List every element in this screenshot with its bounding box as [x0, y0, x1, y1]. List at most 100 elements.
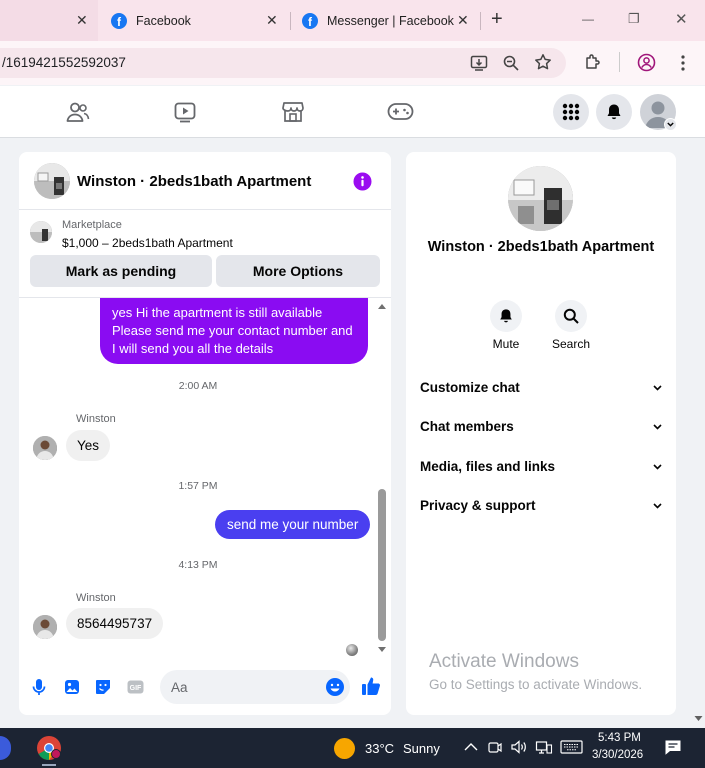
- marketplace-label: Marketplace: [62, 219, 122, 231]
- conversation-avatar[interactable]: [34, 163, 70, 199]
- message-incoming[interactable]: Yes: [66, 430, 111, 461]
- message-incoming[interactable]: 8564495737: [66, 608, 164, 639]
- search-in-conversation-button[interactable]: [555, 300, 587, 332]
- mute-button[interactable]: [490, 300, 522, 332]
- tab-facebook[interactable]: f Facebook: [111, 0, 191, 41]
- contact-name: Winston · 2beds1bath Apartment: [427, 239, 655, 255]
- restore-button[interactable]: ❐: [628, 11, 640, 27]
- active-app-indicator: [42, 764, 56, 766]
- emoji-icon[interactable]: [325, 677, 345, 697]
- camera-icon[interactable]: [488, 739, 502, 755]
- mark-as-pending-button[interactable]: Mark as pending: [30, 255, 212, 287]
- tab-messenger[interactable]: f Messenger | Facebook: [302, 0, 454, 41]
- weather-sun-icon[interactable]: [334, 738, 355, 759]
- message-input[interactable]: [160, 670, 350, 704]
- tab-divider: [480, 12, 481, 30]
- minimize-button[interactable]: —: [582, 12, 594, 26]
- show-hidden-icons-chevron[interactable]: [464, 742, 478, 752]
- like-thumbs-up-icon[interactable]: [361, 676, 381, 696]
- friends-icon[interactable]: [66, 101, 90, 123]
- menu-button[interactable]: [553, 94, 589, 130]
- search-label: Search: [551, 337, 591, 351]
- message-outgoing[interactable]: yes Hi the apartment is still available …: [100, 298, 368, 364]
- volume-icon[interactable]: [510, 739, 528, 755]
- install-app-icon[interactable]: [470, 54, 488, 72]
- watch-video-icon[interactable]: [174, 101, 196, 123]
- apartment-photo: [508, 166, 573, 231]
- section-label: Privacy & support: [420, 498, 536, 513]
- message-sender: Winston: [76, 592, 116, 604]
- listing-price-title[interactable]: $1,000 – 2beds1bath Apartment: [62, 236, 233, 250]
- chat-scrollbar-thumb[interactable]: [378, 489, 386, 641]
- user-photo: [33, 615, 57, 639]
- scroll-up-icon[interactable]: [377, 302, 387, 310]
- activate-windows-title: Activate Windows: [429, 651, 579, 672]
- network-icon[interactable]: [535, 739, 553, 755]
- tab-close-icon[interactable]: ✕: [457, 12, 469, 29]
- new-tab-button[interactable]: +: [491, 8, 503, 31]
- zoom-icon[interactable]: [502, 54, 520, 72]
- contact-avatar[interactable]: [508, 166, 573, 231]
- section-media-files-links[interactable]: Media, files and links: [420, 459, 662, 474]
- sender-avatar[interactable]: [33, 436, 57, 460]
- section-label: Customize chat: [420, 380, 520, 395]
- tab-close-icon[interactable]: ✕: [76, 12, 88, 29]
- clock-time[interactable]: 5:43 PM: [598, 732, 641, 744]
- sticker-icon[interactable]: [95, 679, 112, 695]
- message-timestamp: 2:00 AM: [178, 380, 218, 392]
- account-dropdown[interactable]: [664, 118, 677, 131]
- section-customize-chat[interactable]: Customize chat: [420, 380, 662, 395]
- section-chat-members[interactable]: Chat members: [420, 419, 662, 434]
- section-privacy-support[interactable]: Privacy & support: [420, 498, 662, 513]
- chrome-icon[interactable]: [36, 735, 62, 761]
- sender-avatar[interactable]: [33, 615, 57, 639]
- message-outgoing[interactable]: send me your number: [215, 510, 371, 539]
- header-divider: [19, 209, 391, 210]
- weather-temperature[interactable]: 33°C: [365, 741, 394, 756]
- weather-condition[interactable]: Sunny: [403, 741, 440, 756]
- message-timestamp: 1:57 PM: [178, 480, 218, 492]
- apartment-photo: [34, 163, 70, 199]
- close-window-button[interactable]: ✕: [675, 10, 688, 28]
- more-options-button[interactable]: More Options: [216, 255, 380, 287]
- message-sender: Winston: [76, 413, 116, 425]
- bookmark-star-icon[interactable]: [534, 53, 552, 71]
- chevron-down-icon: [653, 463, 662, 470]
- message-input-placeholder: Aa: [171, 680, 188, 695]
- marketplace-icon[interactable]: [282, 100, 304, 123]
- grid-menu-icon: [562, 103, 580, 121]
- keyboard-icon[interactable]: [560, 740, 583, 754]
- chevron-down-icon: [653, 384, 662, 391]
- chevron-down-icon: [653, 423, 662, 430]
- scroll-down-icon[interactable]: [377, 646, 387, 654]
- clock-date[interactable]: 3/30/2026: [592, 749, 643, 761]
- notifications-button[interactable]: [596, 94, 632, 130]
- activate-windows-subtitle: Go to Settings to activate Windows.: [429, 677, 643, 692]
- browser-menu-icon[interactable]: [676, 54, 690, 72]
- section-label: Media, files and links: [420, 459, 556, 474]
- message-timestamp: 4:13 PM: [178, 559, 218, 571]
- listing-thumbnail[interactable]: [30, 221, 52, 243]
- chevron-down-icon: [667, 122, 674, 127]
- tab-divider: [290, 12, 291, 30]
- search-icon: [563, 308, 579, 324]
- conversation-info-icon[interactable]: [353, 172, 372, 191]
- profile-icon[interactable]: [637, 53, 656, 72]
- seen-receipt-avatar: [346, 644, 358, 656]
- user-photo: [33, 436, 57, 460]
- facebook-icon: f: [302, 12, 318, 29]
- tab-close-icon[interactable]: ✕: [266, 12, 278, 29]
- conversation-title: Winston · 2beds1bath Apartment: [77, 173, 312, 190]
- bell-icon: [500, 309, 512, 323]
- voice-clip-icon[interactable]: [31, 678, 47, 696]
- svg-text:GIF: GIF: [130, 685, 142, 692]
- url-text[interactable]: /1619421552592037: [2, 55, 126, 70]
- gif-icon[interactable]: GIF: [127, 680, 144, 694]
- page-scroll-down-icon[interactable]: [694, 715, 703, 722]
- tab-title: Messenger | Facebook: [327, 13, 454, 28]
- notification-center-icon[interactable]: [664, 739, 682, 756]
- photo-attach-icon[interactable]: [64, 679, 80, 695]
- bell-icon: [607, 104, 621, 120]
- gaming-icon[interactable]: [387, 102, 414, 121]
- extensions-icon[interactable]: [584, 53, 602, 71]
